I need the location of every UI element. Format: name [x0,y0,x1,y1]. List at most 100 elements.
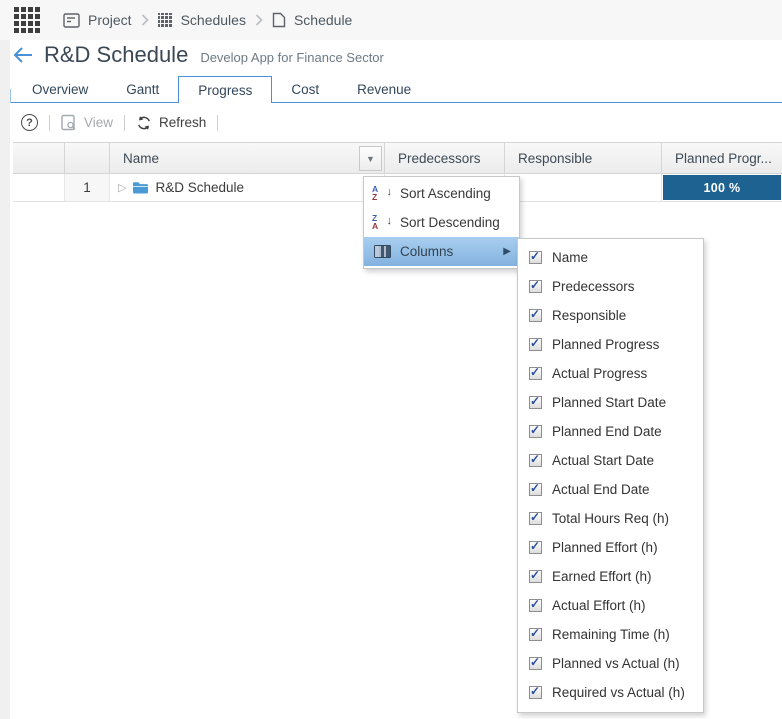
app-launcher-icon[interactable] [14,7,41,33]
column-toggle-planned-start-date[interactable]: ✓ Planned Start Date [518,388,703,417]
name-column-menu-button[interactable]: ▼ [359,146,382,171]
refresh-button-label: Refresh [159,114,207,130]
header-planned-progress-label: Planned Progr... [675,150,772,166]
expand-triangle-icon[interactable]: ▷ [118,181,126,194]
tab-revenue[interactable]: Revenue [338,76,430,103]
column-toggle-label: Actual Progress [552,366,648,381]
submenu-arrow-icon: ▶ [503,246,511,257]
tab-overview-label: Overview [32,82,89,97]
view-button[interactable]: View [61,114,113,131]
toolbar-separator [49,114,50,131]
schedule-icon [272,12,286,28]
row-name-cell[interactable]: ▷ R&D Schedule [110,174,385,201]
tab-progress[interactable]: Progress [178,76,273,103]
row-responsible-cell [505,174,662,201]
progress-bar: 100 % [663,175,781,200]
column-toggle-label: Predecessors [552,279,635,294]
column-toggle-planned-vs-actual[interactable]: ✓ Planned vs Actual (h) [518,649,703,678]
tab-cost[interactable]: Cost [272,76,338,103]
checkbox-checked-icon[interactable]: ✓ [529,365,542,380]
column-toggle-predecessors[interactable]: ✓ Predecessors [518,272,703,301]
header-cell-responsible[interactable]: Responsible [505,143,662,173]
header-cell-empty [65,143,110,173]
column-toggle-required-vs-actual[interactable]: ✓ Required vs Actual (h) [518,678,703,707]
breadcrumb-separator-icon [141,14,149,26]
column-toggle-actual-start-date[interactable]: ✓ Actual Start Date [518,446,703,475]
row-select-cell [13,174,65,201]
checkbox-checked-icon[interactable]: ✓ [529,510,542,525]
column-toggle-label: Earned Effort (h) [552,569,652,584]
column-toggle-label: Planned End Date [552,424,662,439]
column-toggle-name[interactable]: ✓ Name [518,243,703,272]
toolbar-separator [217,114,219,131]
menu-item-columns[interactable]: Columns ▶ [364,237,519,266]
column-toggle-label: Name [552,250,589,265]
breadcrumb-schedule-label: Schedule [293,12,353,28]
checkbox-checked-icon[interactable]: ✓ [529,394,542,409]
columns-icon [372,245,392,258]
checkbox-checked-icon[interactable]: ✓ [529,452,542,467]
checkbox-checked-icon[interactable]: ✓ [529,249,542,264]
breadcrumb-schedule[interactable]: Schedule [272,12,352,28]
columns-label: Columns [400,244,454,259]
header-name-label: Name [123,150,160,166]
checkbox-checked-icon[interactable]: ✓ [529,568,542,583]
page-header: R&D Schedule Develop App for Finance Sec… [12,42,384,68]
page-left-margin [0,40,10,719]
column-toggle-label: Planned Effort (h) [552,540,658,555]
breadcrumb-project-label: Project [88,12,132,28]
column-toggle-label: Responsible [552,308,627,323]
column-toggle-actual-effort[interactable]: ✓ Actual Effort (h) [518,591,703,620]
column-toggle-label: Actual Effort (h) [552,598,646,613]
column-toggle-actual-progress[interactable]: ✓ Actual Progress [518,359,703,388]
breadcrumb-project[interactable]: Project [63,12,132,28]
project-icon [63,12,80,28]
checkbox-checked-icon[interactable]: ✓ [529,539,542,554]
checkbox-checked-icon[interactable]: ✓ [529,481,542,496]
column-toggle-planned-end-date[interactable]: ✓ Planned End Date [518,417,703,446]
view-icon [61,114,76,131]
column-toggle-remaining-time[interactable]: ✓ Remaining Time (h) [518,620,703,649]
column-toggle-responsible[interactable]: ✓ Responsible [518,301,703,330]
tab-gantt[interactable]: Gantt [107,76,178,103]
breadcrumb-separator-icon [255,14,263,26]
breadcrumb-schedules-label: Schedules [180,12,246,28]
sort-ascending-label: Sort Ascending [400,186,491,201]
help-icon[interactable]: ? [21,114,38,131]
topbar: Project Schedules Schedule [0,0,782,40]
tab-overview[interactable]: Overview [13,76,107,103]
header-cell-planned-progress[interactable]: Planned Progr... [662,143,782,173]
sort-descending-label: Sort Descending [400,215,500,230]
checkbox-checked-icon[interactable]: ✓ [529,423,542,438]
view-button-label: View [84,114,114,130]
header-predecessors-label: Predecessors [398,150,481,166]
header-cell-predecessors[interactable]: Predecessors [385,143,505,173]
checkbox-checked-icon[interactable]: ✓ [529,278,542,293]
column-toggle-total-hours-req[interactable]: ✓ Total Hours Req (h) [518,504,703,533]
header-cell-name[interactable]: Name ▼ [110,143,385,173]
row-planned-progress-cell: 100 % [662,174,782,201]
column-toggle-planned-progress[interactable]: ✓ Planned Progress [518,330,703,359]
checkbox-checked-icon[interactable]: ✓ [529,684,542,699]
breadcrumb-schedules[interactable]: Schedules [157,12,246,28]
checkbox-checked-icon[interactable]: ✓ [529,597,542,612]
row-name-label: R&D Schedule [155,180,245,195]
checkbox-checked-icon[interactable]: ✓ [529,336,542,351]
checkbox-checked-icon[interactable]: ✓ [529,307,542,322]
back-arrow-icon[interactable] [12,46,34,64]
column-toggle-earned-effort[interactable]: ✓ Earned Effort (h) [518,562,703,591]
columns-submenu: ✓ Name ✓ Predecessors ✓ Responsible ✓ Pl… [517,238,704,713]
page-subtitle: Develop App for Finance Sector [200,50,384,65]
page-title: R&D Schedule [44,42,189,67]
checkbox-checked-icon[interactable]: ✓ [529,655,542,670]
refresh-button[interactable]: Refresh [136,115,206,131]
column-toggle-label: Required vs Actual (h) [552,685,685,700]
menu-item-sort-descending[interactable]: Z A ↓ Sort Descending [364,208,519,237]
breadcrumb: Project Schedules Schedule [63,12,352,28]
column-toggle-planned-effort[interactable]: ✓ Planned Effort (h) [518,533,703,562]
column-toggle-actual-end-date[interactable]: ✓ Actual End Date [518,475,703,504]
checkbox-checked-icon[interactable]: ✓ [529,626,542,641]
menu-item-sort-ascending[interactable]: A Z ↓ Sort Ascending [364,179,519,208]
tab-revenue-label: Revenue [357,82,412,97]
header-cell-empty [13,143,65,173]
